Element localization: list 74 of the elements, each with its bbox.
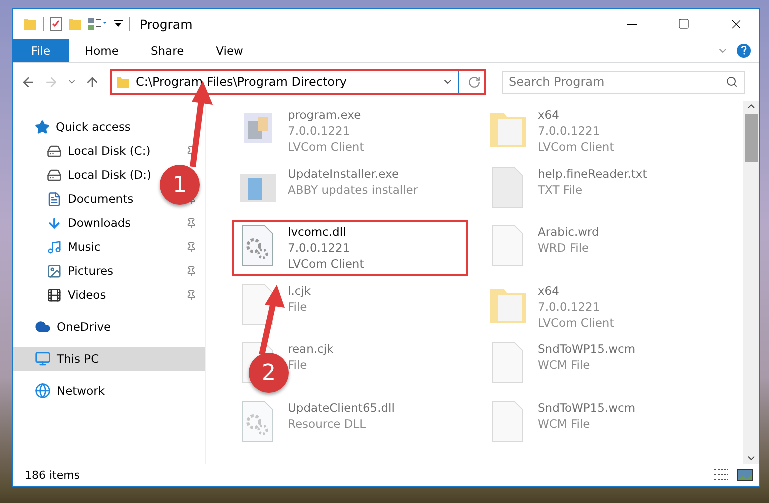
- file-detail: LVCom Client: [288, 256, 364, 272]
- file-detail: WRD File: [538, 240, 590, 256]
- film-icon: [47, 288, 62, 302]
- sidebar-item[interactable]: Quick access: [13, 115, 205, 139]
- file-name[interactable]: x64: [538, 107, 614, 123]
- address-bar[interactable]: C:\Program Files\Program Directory: [110, 69, 486, 95]
- step-number: 1: [160, 165, 200, 205]
- file-name[interactable]: lvcomc.dll: [288, 224, 364, 240]
- scroll-thumb[interactable]: [744, 114, 758, 162]
- file-detail: 7.0.0.1221: [538, 298, 602, 314]
- sidebar-item[interactable]: Local Disk (C:): [68, 144, 151, 158]
- file-detail: WCM File: [538, 416, 592, 432]
- address-path: C:\Program Files\Program Directory: [136, 75, 348, 89]
- file-detail: ABBY updates installer: [288, 182, 418, 198]
- large-icons-button[interactable]: [737, 468, 753, 482]
- file-detail: LVCom Client: [288, 139, 364, 155]
- details-view-button[interactable]: [713, 468, 729, 482]
- file-detail: LVCom Client: [538, 139, 614, 155]
- sidebar-item[interactable]: Music: [68, 240, 101, 254]
- file-detail: TXT File: [538, 182, 584, 198]
- item-count: 186 items: [25, 468, 82, 482]
- file-detail: File: [288, 357, 308, 373]
- file-detail: LVCom Client: [538, 314, 614, 330]
- file-name[interactable]: UpdateClient65.dll: [288, 400, 395, 416]
- cloud-icon: [35, 319, 51, 335]
- file-name[interactable]: Arabic.wrd: [538, 224, 600, 240]
- customize-icon: [114, 20, 123, 28]
- up-button[interactable]: [85, 74, 100, 90]
- search-icon: [726, 76, 738, 88]
- arrow: [257, 285, 285, 355]
- view-options-icon: [88, 17, 108, 31]
- sidebar-item[interactable]: Local Disk (D:): [68, 168, 152, 182]
- file-detail: WCM File: [538, 357, 592, 373]
- music-icon: [47, 240, 62, 254]
- file-name[interactable]: SndToWP15.wcm: [538, 400, 636, 416]
- file-name[interactable]: program.exe: [288, 107, 364, 123]
- step-number: 2: [249, 353, 289, 393]
- file-name[interactable]: l.cjk: [288, 282, 312, 298]
- folder-icon: [23, 17, 37, 31]
- sidebar-item[interactable]: Documents: [68, 192, 134, 206]
- file-detail: File: [288, 298, 308, 314]
- maximize-icon: [678, 18, 690, 30]
- sidebar-item[interactable]: Pictures: [68, 264, 114, 278]
- file-name[interactable]: rean.cjk: [288, 341, 334, 357]
- network-icon: [35, 383, 51, 399]
- sidebar-item[interactable]: This PC: [13, 347, 205, 371]
- window-title: Program: [140, 16, 194, 32]
- download-icon: [47, 216, 62, 230]
- file-name[interactable]: help.fineReader.txt: [538, 166, 648, 182]
- file-detail: 7.0.0.1221: [288, 240, 352, 256]
- star-icon: [35, 120, 50, 134]
- folder-icon: [116, 74, 130, 90]
- sidebar-item[interactable]: Downloads: [68, 216, 132, 230]
- monitor-icon: [35, 351, 51, 367]
- picture-icon: [47, 264, 62, 278]
- properties-icon: [50, 17, 62, 31]
- sidebar-item[interactable]: Videos: [68, 288, 106, 302]
- drive-icon: [47, 144, 62, 158]
- folder-icon: [68, 17, 82, 31]
- sidebar-item[interactable]: Network: [13, 379, 205, 403]
- drive-icon: [47, 168, 62, 182]
- back-button[interactable]: [21, 74, 36, 90]
- file-detail: Resource DLL: [288, 416, 368, 432]
- file-detail: 7.0.0.1221: [288, 123, 352, 139]
- ribbon-tab[interactable]: File: [13, 39, 69, 62]
- document-icon: [47, 192, 62, 206]
- file-name[interactable]: SndToWP15.wcm: [538, 341, 636, 357]
- file-name[interactable]: x64: [538, 282, 614, 298]
- scrollbar[interactable]: [743, 101, 759, 464]
- search-field[interactable]: Search Program: [502, 70, 745, 94]
- sidebar-item[interactable]: OneDrive: [13, 315, 205, 339]
- help-icon[interactable]: [737, 44, 751, 58]
- file-name[interactable]: UpdateInstaller.exe: [288, 166, 418, 182]
- file-detail: 7.0.0.1221: [538, 123, 602, 139]
